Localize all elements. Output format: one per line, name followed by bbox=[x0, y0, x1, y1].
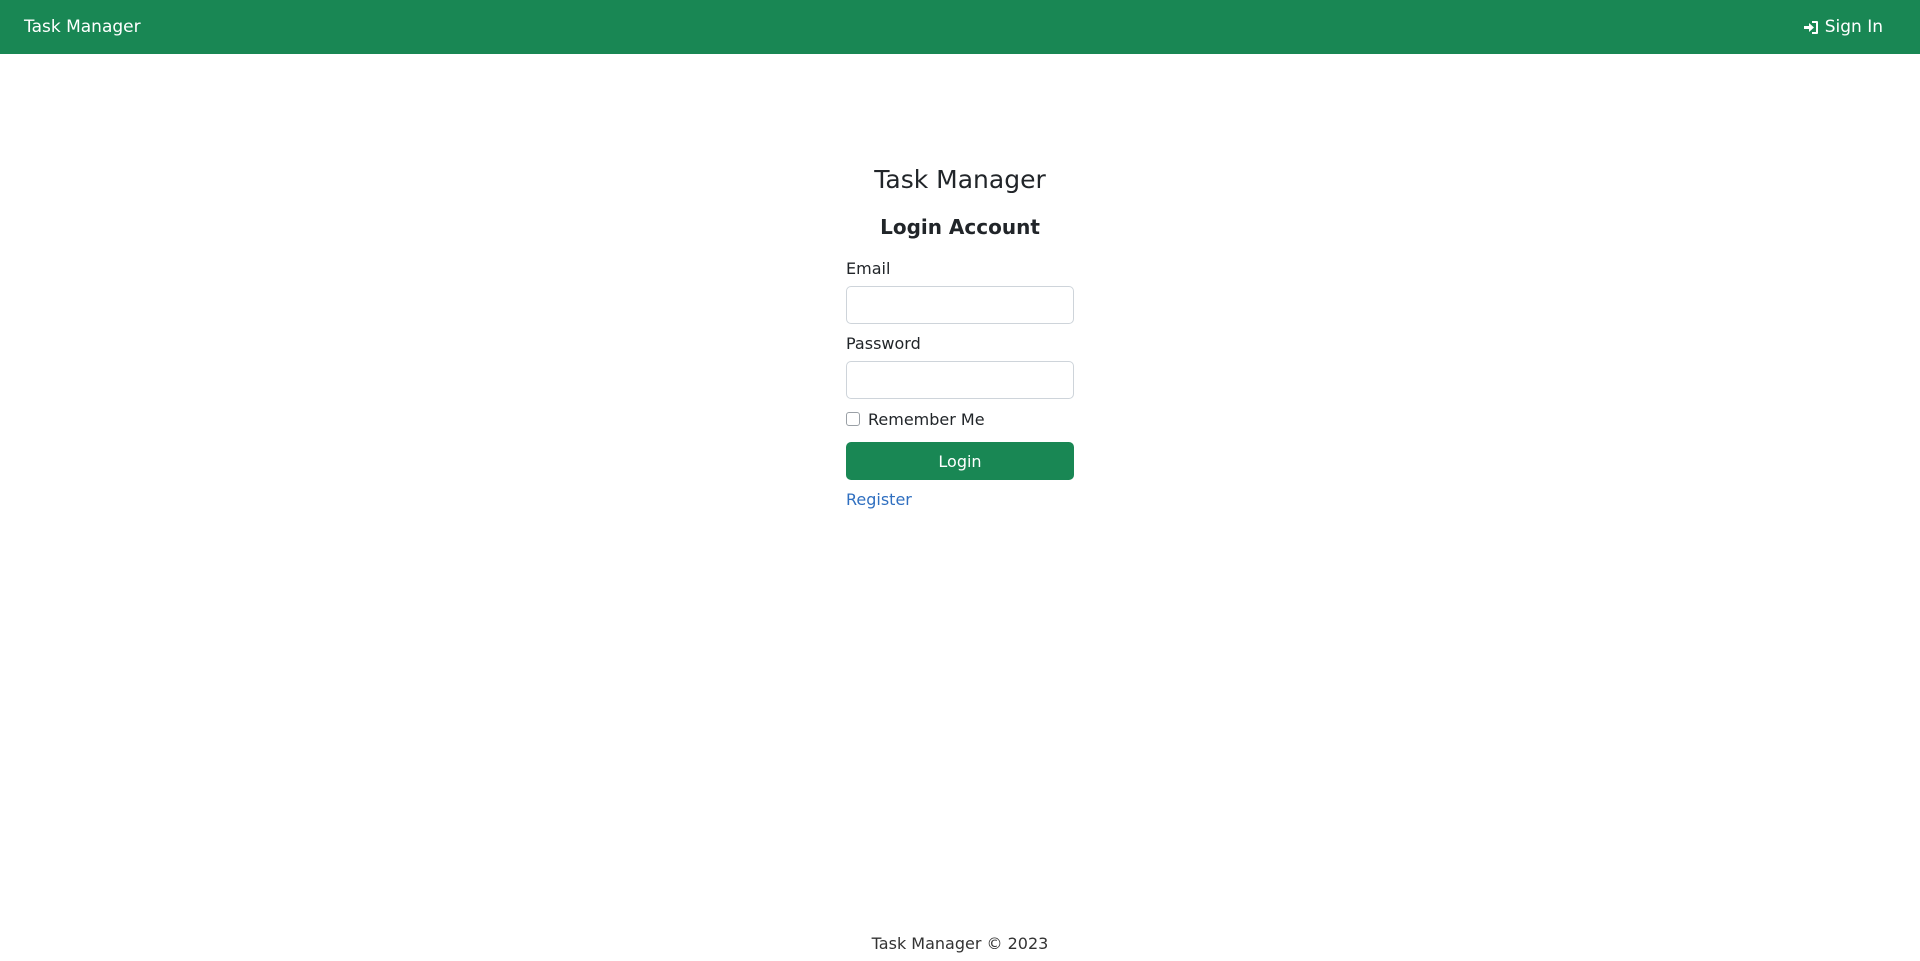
form-subtitle: Login Account bbox=[880, 215, 1040, 239]
password-label: Password bbox=[846, 334, 921, 353]
remember-me-label[interactable]: Remember Me bbox=[868, 410, 985, 429]
register-link[interactable]: Register bbox=[846, 490, 912, 509]
email-label: Email bbox=[846, 259, 891, 278]
login-form: Task Manager Login Account Email Passwor… bbox=[846, 160, 1074, 509]
login-button[interactable]: Login bbox=[846, 442, 1074, 480]
top-navbar: Task Manager Sign In bbox=[0, 0, 1920, 54]
remember-me-checkbox[interactable] bbox=[846, 412, 860, 426]
sign-in-icon bbox=[1803, 20, 1819, 35]
remember-me-row: Remember Me bbox=[846, 408, 1074, 430]
password-field[interactable] bbox=[846, 361, 1074, 399]
page-title: Task Manager bbox=[874, 165, 1046, 194]
email-field[interactable] bbox=[846, 286, 1074, 324]
footer-text: Task Manager © 2023 bbox=[871, 934, 1049, 953]
sign-in-label: Sign In bbox=[1824, 17, 1883, 37]
navbar-brand[interactable]: Task Manager bbox=[24, 17, 141, 37]
sign-in-link[interactable]: Sign In bbox=[1803, 17, 1883, 37]
